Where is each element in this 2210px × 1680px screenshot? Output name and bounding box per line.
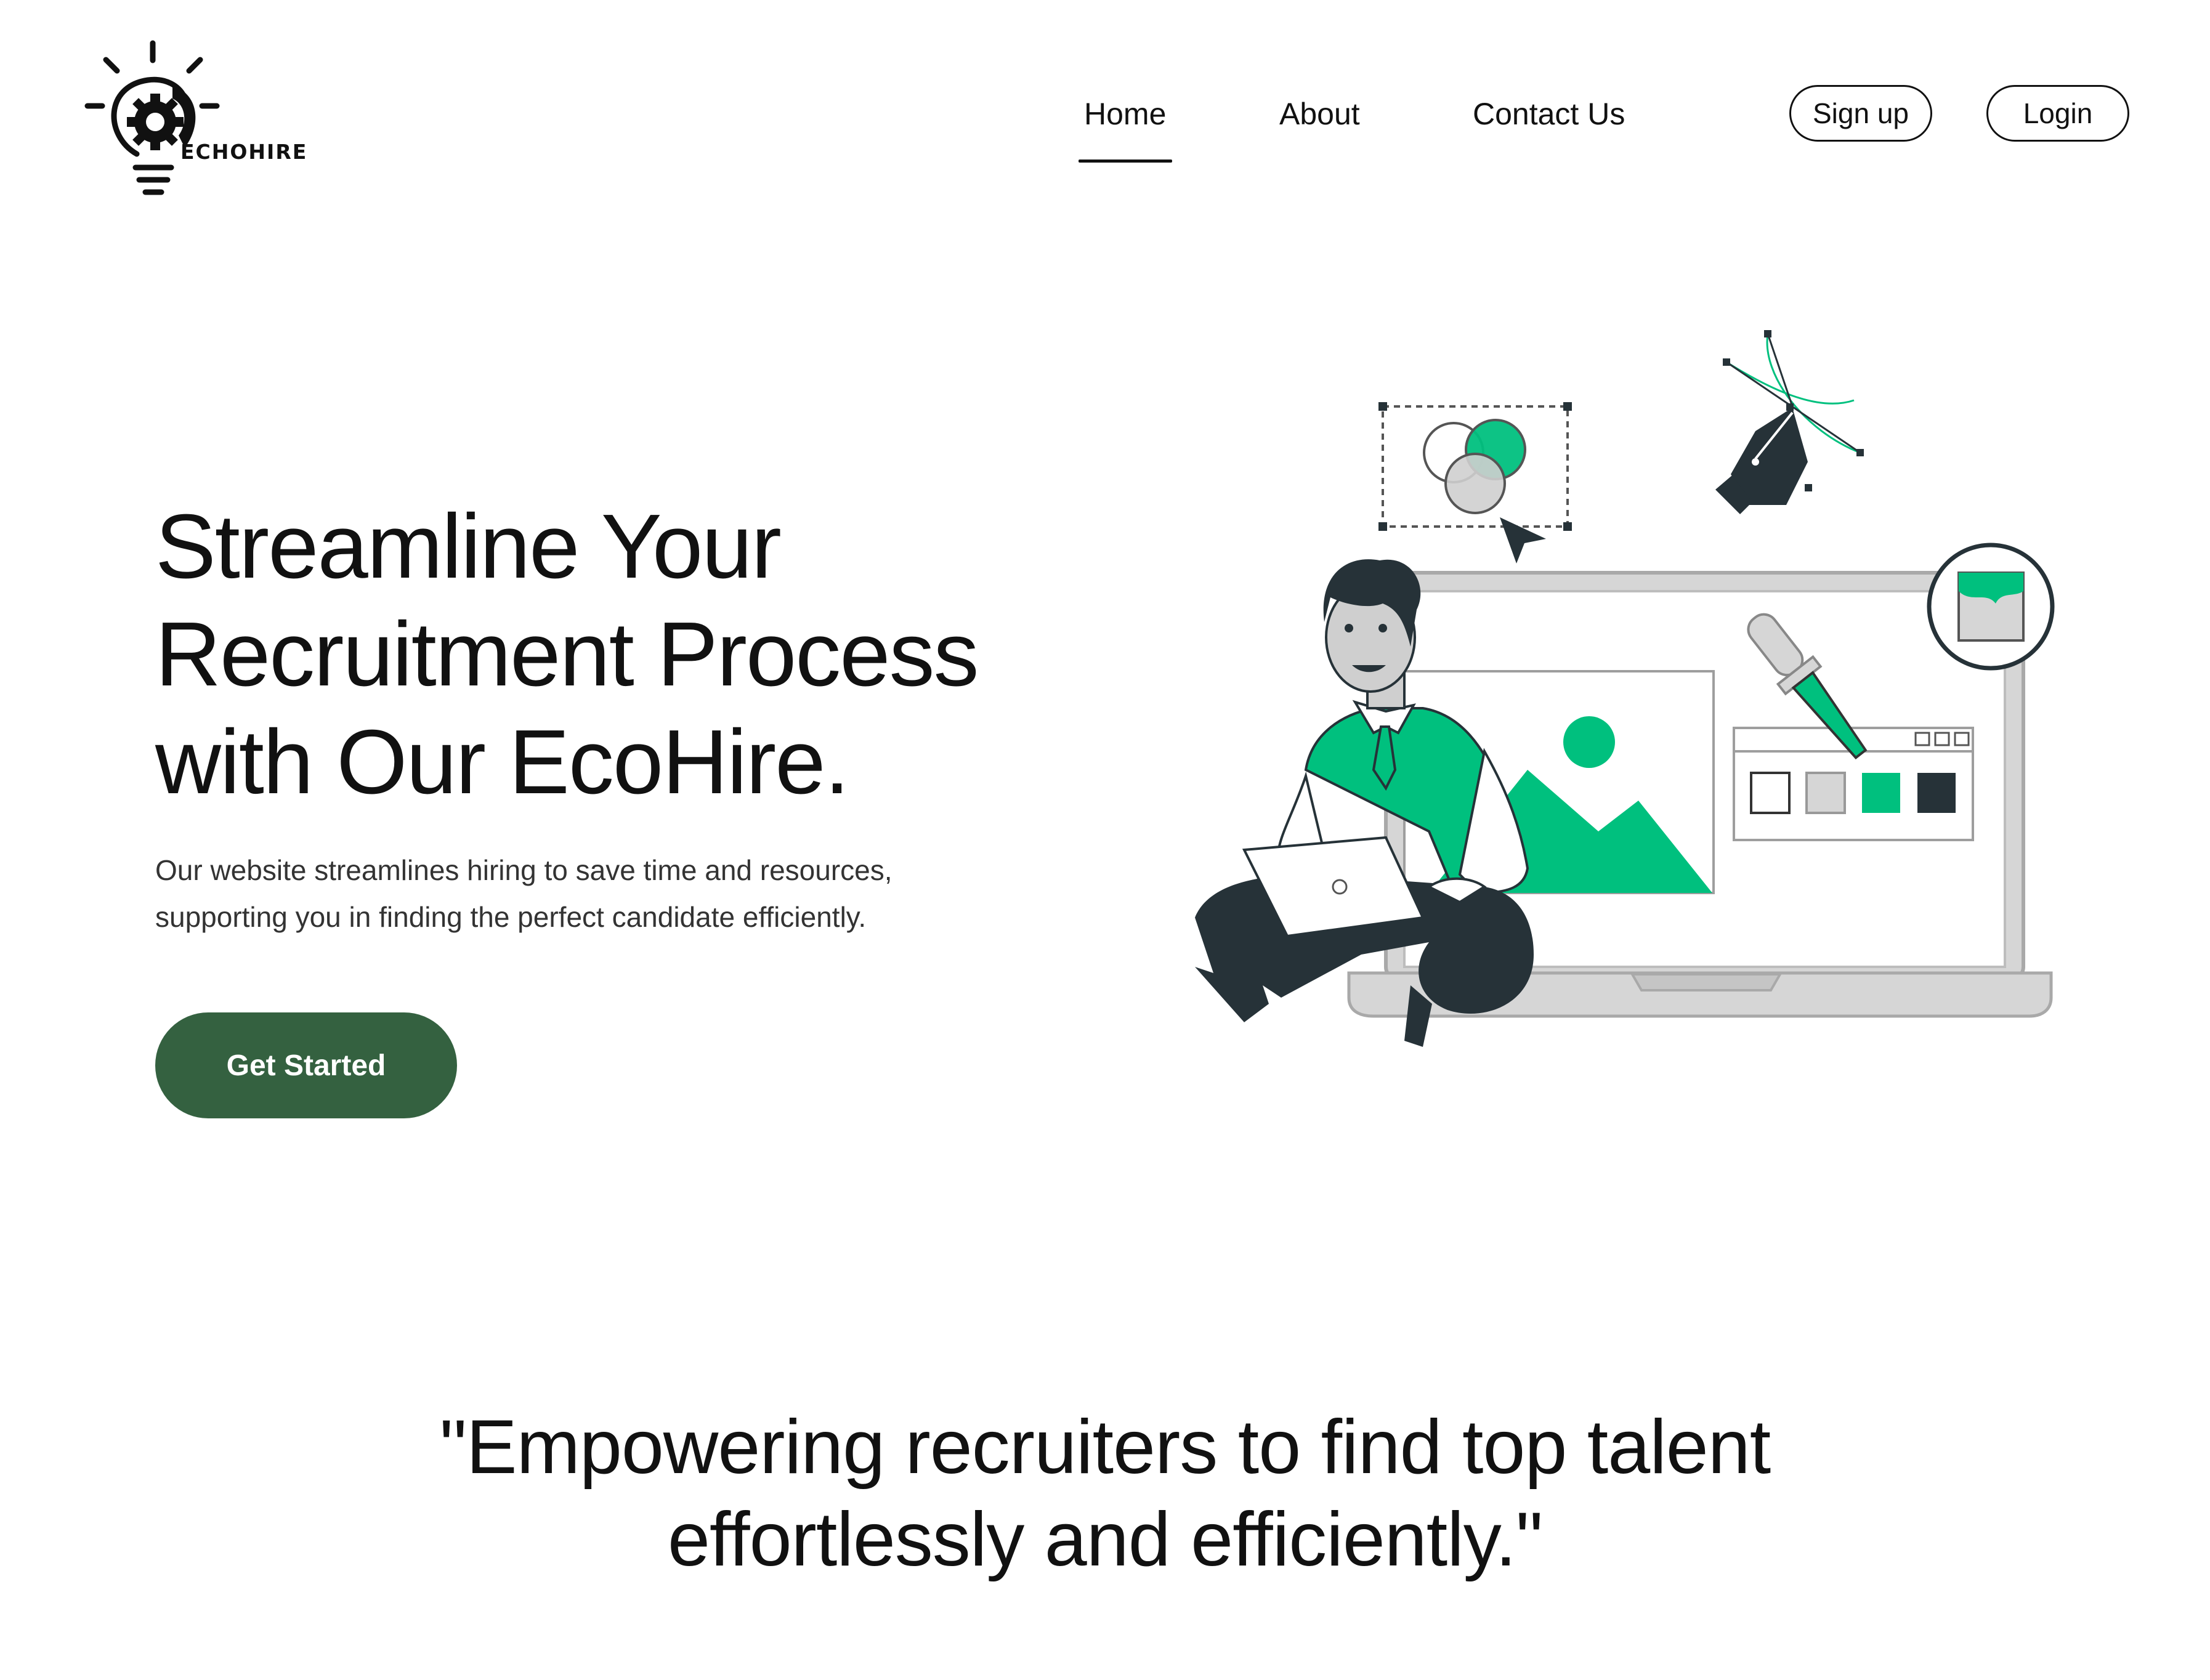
pen-tool-icon xyxy=(1715,330,1864,514)
hero-title-line: with Our EcoHire. xyxy=(155,711,850,813)
hero-title: Streamline Your Recruitment Process with… xyxy=(155,493,1079,816)
hero-title-line: Streamline Your xyxy=(155,496,782,597)
quote-line: "Empowering recruiters to find top talen… xyxy=(439,1405,1771,1490)
nav-contact-link[interactable]: Contact Us xyxy=(1473,92,1625,135)
hero-illustration xyxy=(1139,302,2063,1078)
hero-description-line: supporting you in finding the perfect ca… xyxy=(155,901,867,933)
get-started-button[interactable]: Get Started xyxy=(155,1012,457,1118)
hero-description: Our website streamlines hiring to save t… xyxy=(155,847,1018,940)
hero-description-line: Our website streamlines hiring to save t… xyxy=(155,854,892,886)
quote-line: effortlessly and efficiently." xyxy=(667,1497,1543,1582)
tagline-quote: "Empowering recruiters to find top talen… xyxy=(0,1401,2210,1586)
nav-home-link[interactable]: Home xyxy=(1084,92,1166,135)
nav-about-link[interactable]: About xyxy=(1279,92,1360,135)
signup-button[interactable]: Sign up xyxy=(1789,85,1932,142)
login-button[interactable]: Login xyxy=(1986,85,2129,142)
paint-bucket-icon xyxy=(1927,543,2055,671)
active-nav-indicator xyxy=(1079,160,1172,163)
selection-box xyxy=(1378,402,1572,531)
cursor-icon xyxy=(1500,517,1546,563)
hero-title-line: Recruitment Process xyxy=(155,604,979,705)
